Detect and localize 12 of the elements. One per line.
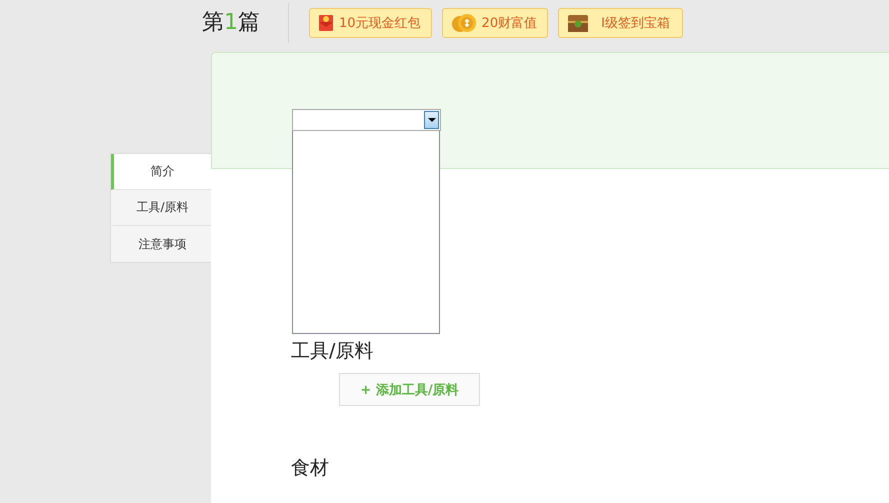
reward-button[interactable]: 20财富值 [442,8,548,38]
sidebar-tab[interactable]: 简介 [111,154,211,190]
coins-icon [450,13,477,33]
section-heading: 食材 [291,456,329,480]
section-heading: 工具/原料 [291,339,374,363]
reward-button[interactable]: I级签到宝箱 [558,8,683,38]
add-tools-button[interactable]: + 添加工具/原料 [339,373,480,406]
dropdown-select[interactable] [292,109,441,131]
article-number-title: 第1篇 [202,3,289,43]
envelope-icon [318,14,334,32]
treasure-chest-icon [567,13,590,33]
reward-button[interactable]: 10元现金红包 [309,8,432,38]
